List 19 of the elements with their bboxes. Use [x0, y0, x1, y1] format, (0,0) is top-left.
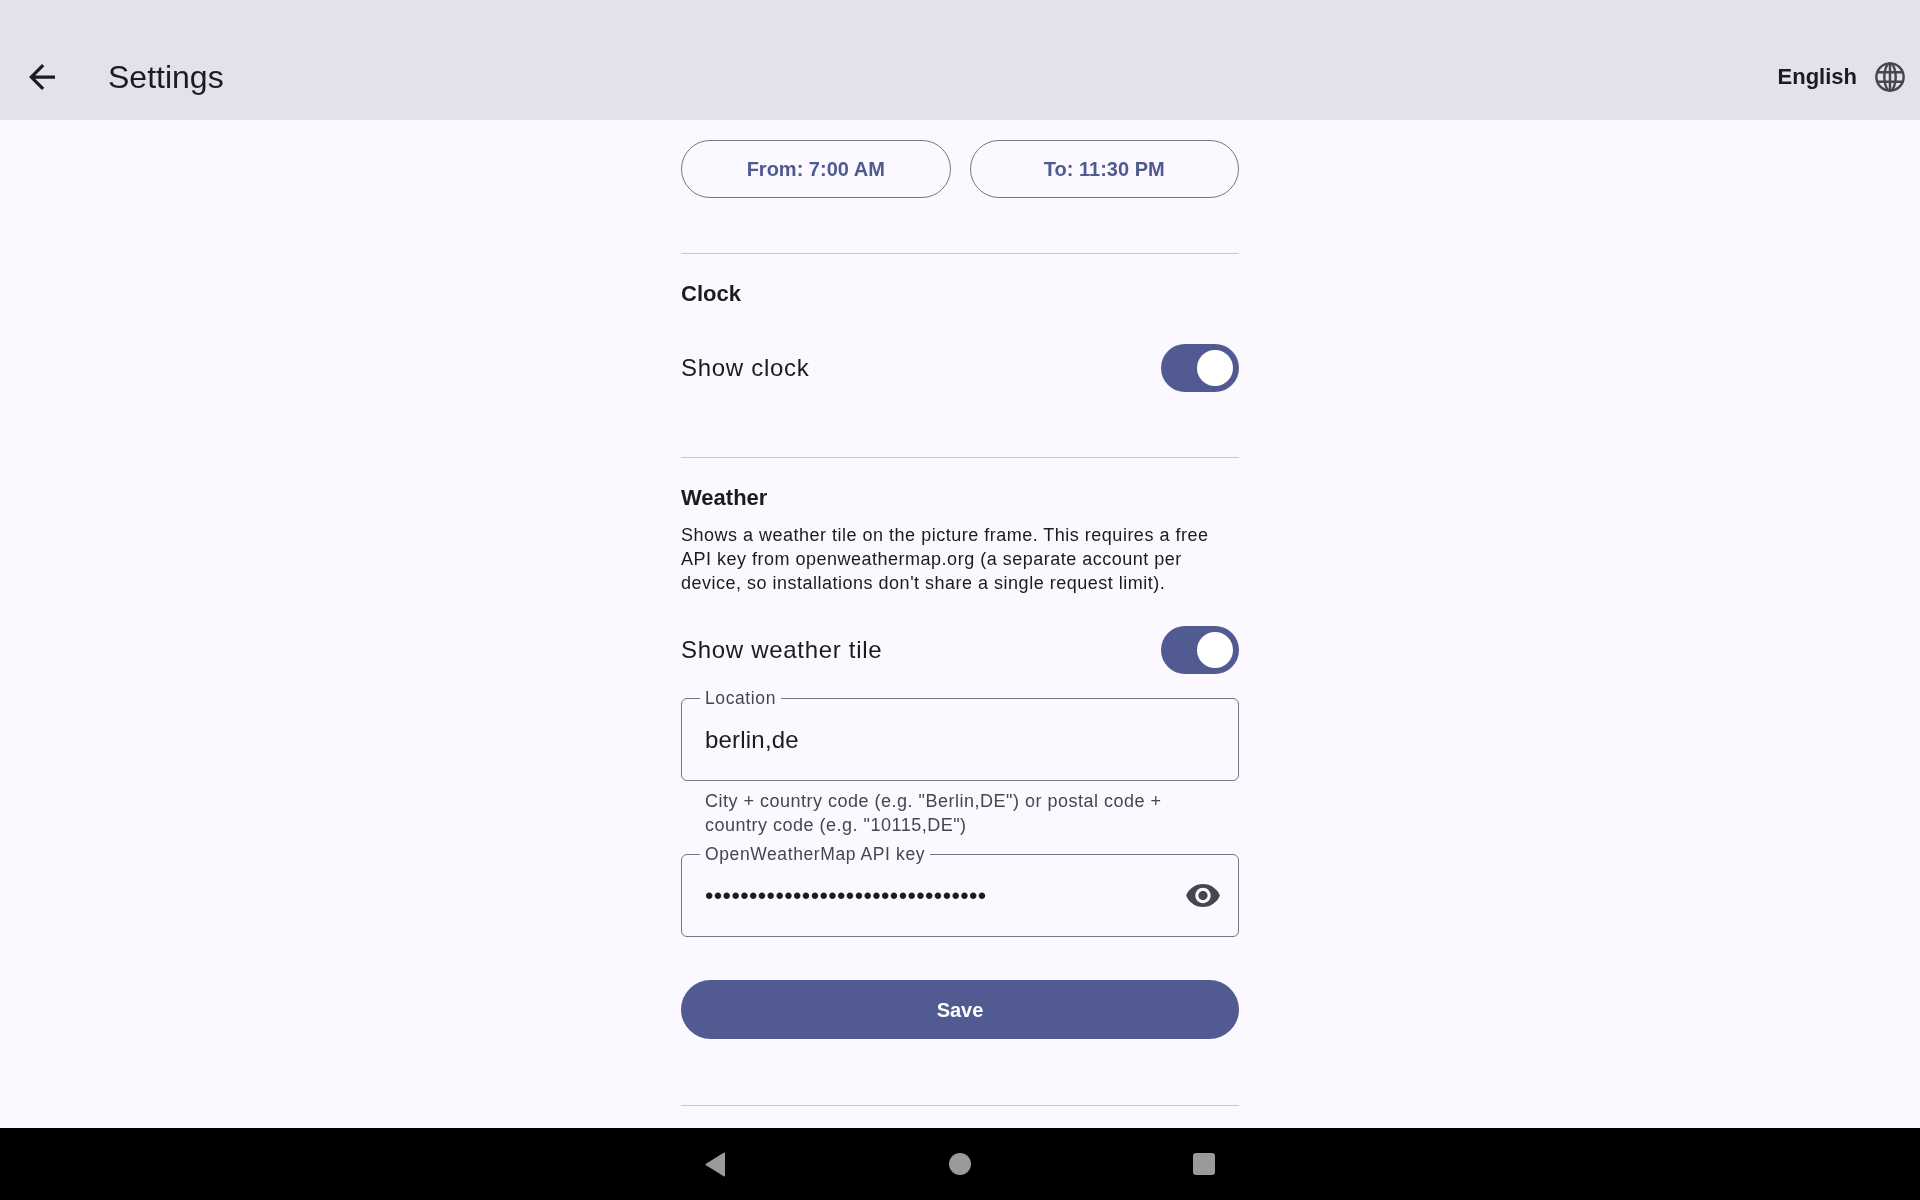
field-value: berlin,de	[705, 724, 799, 755]
toggle-switch[interactable]	[1161, 344, 1239, 392]
globe-icon	[1875, 62, 1905, 92]
toggle-label: Show weather tile	[681, 635, 883, 665]
section-heading: Weather	[681, 484, 769, 512]
toggle-label: Show clock	[681, 353, 810, 383]
nav-home-icon[interactable]	[949, 1153, 971, 1175]
show-password-button[interactable]	[1186, 884, 1220, 907]
save-button[interactable]: Save	[681, 980, 1239, 1039]
helper-text: City + country code (e.g. "Berlin,DE") or postal code + country code (e.g. "10115,DE")	[704, 790, 1163, 837]
nav-back-icon[interactable]	[705, 1151, 727, 1177]
section-heading: Clock	[681, 280, 742, 308]
back-arrow-icon	[29, 64, 55, 90]
field-value: ••••••••••••••••••••••••••••••••	[705, 880, 988, 911]
language-selector[interactable]: English	[1777, 62, 1905, 92]
page-title: Settings	[108, 58, 224, 96]
section-description: Shows a weather tile on the picture frame. This requires a free API key from openweathermap.org (a separate account per device, so installations don't share a single request limit).	[681, 524, 1210, 595]
eye-icon	[1186, 884, 1220, 907]
toggle-switch[interactable]	[1161, 626, 1239, 674]
